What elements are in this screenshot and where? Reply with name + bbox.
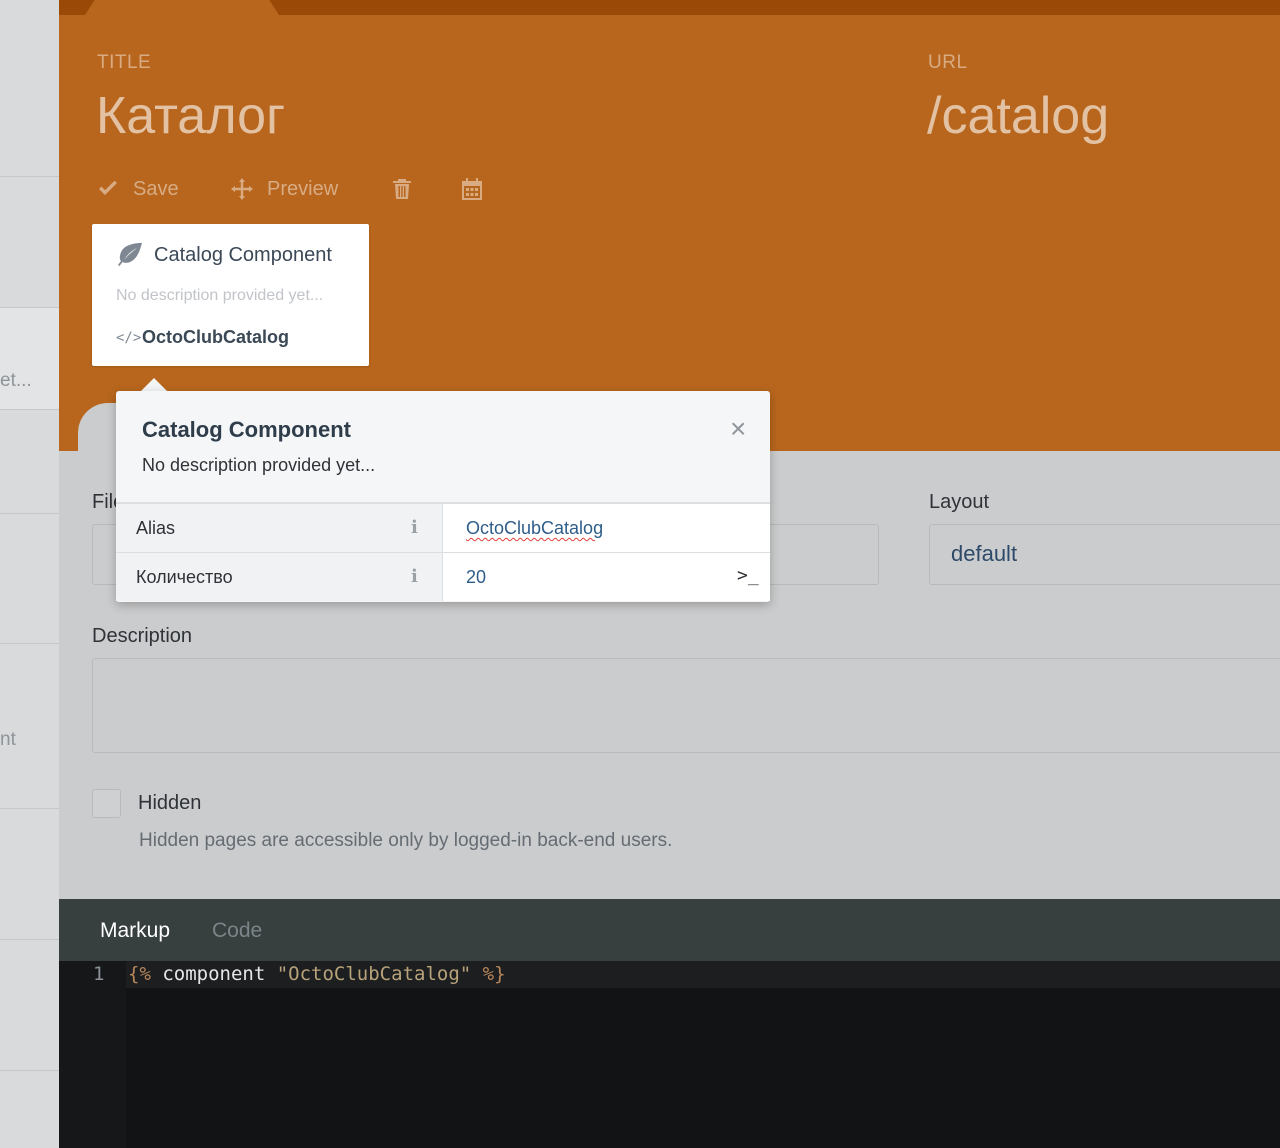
close-icon[interactable]: ×: [730, 415, 746, 443]
preview-label: Preview: [267, 177, 339, 200]
popover-arrow: [140, 378, 168, 392]
component-card[interactable]: Catalog Component No description provide…: [92, 224, 369, 366]
trash-icon: [393, 179, 411, 199]
save-label: Save: [133, 177, 179, 200]
editor-tabs: Markup Code: [59, 899, 1280, 961]
description-textarea[interactable]: [92, 658, 1280, 753]
tab-markup[interactable]: Markup: [100, 919, 170, 943]
sidebar-item[interactable]: [0, 809, 59, 940]
calendar-icon: [462, 178, 482, 200]
property-key-cell: Alias i: [116, 504, 443, 552]
alias-input[interactable]: OctoClubCatalog: [443, 504, 770, 552]
sidebar-item[interactable]: [0, 177, 59, 308]
property-table: Alias i OctoClubCatalog Количество i 20 …: [116, 502, 770, 601]
info-icon[interactable]: i: [411, 517, 418, 538]
sidebar-item[interactable]: nt: [0, 644, 59, 809]
property-key-label: Количество: [136, 567, 233, 587]
title-input[interactable]: Каталог: [96, 86, 285, 146]
property-key-label: Alias: [136, 518, 176, 538]
editor-gutter: 1: [59, 961, 126, 1148]
quantity-input[interactable]: 20 >_: [443, 553, 770, 601]
url-input[interactable]: /catalog: [927, 86, 1109, 146]
save-button[interactable]: Save: [97, 174, 179, 204]
property-row-alias: Alias i OctoClubCatalog: [116, 504, 770, 553]
popover-title: Catalog Component: [142, 417, 351, 442]
hidden-label[interactable]: Hidden: [138, 792, 201, 815]
alias-value: OctoClubCatalog: [466, 518, 604, 538]
layout-label: Layout: [929, 491, 990, 513]
terminal-icon[interactable]: >_: [737, 565, 759, 586]
component-inspector-popover: Catalog Component No description provide…: [116, 391, 770, 602]
sidebar-item-active[interactable]: et...: [0, 308, 59, 410]
layout-select-value: default: [951, 541, 1018, 566]
property-key-cell: Количество i: [116, 553, 443, 601]
line-number: 1: [93, 963, 105, 985]
property-row-quantity: Количество i 20 >_: [116, 553, 770, 601]
header-active-tab[interactable]: [85, 0, 279, 15]
checkmark-icon: [99, 180, 117, 195]
hidden-help-text: Hidden pages are accessible only by logg…: [139, 830, 673, 851]
component-card-description: No description provided yet...: [116, 287, 324, 304]
code-line: {% component "OctoClubCatalog" %}: [128, 963, 506, 985]
code-icon: </>: [116, 330, 142, 346]
hidden-checkbox[interactable]: [92, 789, 121, 818]
schedule-button[interactable]: [461, 174, 483, 204]
code-tag-open: {%: [128, 963, 151, 985]
delete-button[interactable]: [392, 174, 412, 204]
code-tag-close: %}: [471, 963, 506, 985]
code-keyword: component: [150, 963, 277, 985]
crosshair-icon: [231, 178, 253, 200]
url-label: URL: [928, 52, 968, 73]
code-string: "OctoClubCatalog": [276, 963, 472, 985]
title-label: TITLE: [97, 52, 152, 73]
sidebar-item[interactable]: [0, 940, 59, 1071]
tab-code[interactable]: Code: [212, 919, 262, 943]
sidebar-item[interactable]: [0, 0, 59, 177]
sidebar-item-text: nt: [0, 729, 16, 750]
sidebar-item[interactable]: [0, 410, 59, 514]
leaf-icon: [118, 243, 142, 266]
sidebar-item[interactable]: [0, 514, 59, 644]
description-label: Description: [92, 625, 193, 647]
quantity-value: 20: [466, 567, 487, 587]
sidebar-item-text: et...: [0, 370, 32, 391]
left-sidebar: et... nt: [0, 0, 59, 1148]
popover-description: No description provided yet...: [142, 455, 376, 475]
component-card-alias: OctoClubCatalog: [142, 327, 289, 347]
code-editor[interactable]: 1 {% component "OctoClubCatalog" %}: [59, 961, 1280, 1148]
preview-button[interactable]: Preview: [231, 174, 338, 204]
component-card-title: Catalog Component: [154, 244, 332, 266]
info-icon[interactable]: i: [411, 566, 418, 587]
